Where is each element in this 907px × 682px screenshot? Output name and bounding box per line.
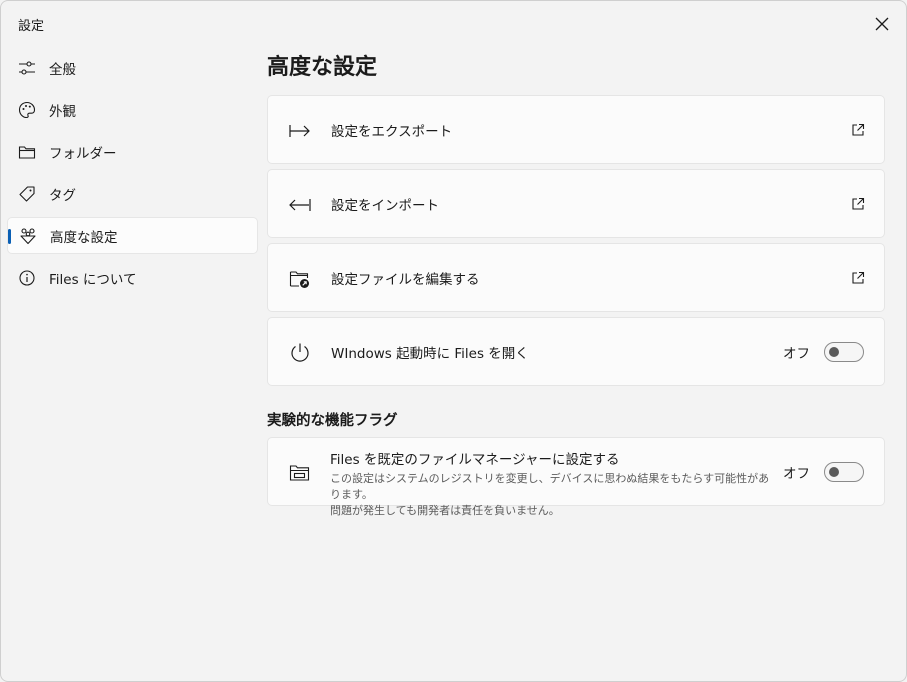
import-icon xyxy=(288,194,312,216)
card-text-block: Files を既定のファイルマネージャーに設定する この設定はシステムのレジスト… xyxy=(330,448,770,519)
card-label: Files を既定のファイルマネージャーに設定する xyxy=(330,452,620,468)
sidebar-item-label: 外観 xyxy=(49,103,76,120)
sidebar-item-label: 高度な設定 xyxy=(50,229,118,246)
selection-indicator xyxy=(8,229,11,244)
sidebar-item-label: Files について xyxy=(49,271,137,288)
toggle-knob xyxy=(829,466,839,477)
sidebar-item-about[interactable]: Files について xyxy=(7,259,258,296)
folder-icon xyxy=(17,142,37,162)
sidebar-item-label: 全般 xyxy=(49,61,76,78)
sidebar-item-label: タグ xyxy=(49,187,76,204)
export-icon xyxy=(288,120,312,142)
close-button[interactable] xyxy=(867,9,897,39)
import-settings-card[interactable]: 設定をインポート xyxy=(267,169,885,238)
palette-icon xyxy=(17,100,37,120)
folder-shortcut-icon xyxy=(288,268,312,290)
power-icon xyxy=(288,342,312,364)
section-title-experimental: 実験的な機能フラグ xyxy=(267,413,398,429)
sidebar-item-advanced[interactable]: 高度な設定 xyxy=(7,217,258,254)
startup-card: WIndows 起動時に Files を開く オフ xyxy=(267,317,885,386)
advanced-icon xyxy=(18,226,38,246)
sidebar-item-appearance[interactable]: 外観 xyxy=(7,91,258,128)
card-label: 設定をインポート xyxy=(331,197,439,214)
sidebar-item-tags[interactable]: タグ xyxy=(7,175,258,212)
toggle-knob xyxy=(829,346,839,357)
folder-window-icon xyxy=(288,462,312,484)
startup-toggle[interactable] xyxy=(824,341,864,362)
toggle-state-label: オフ xyxy=(783,345,810,362)
settings-window: 設定 全般 外観 フォルダー タグ 高度な設定 Files について 高度な設定… xyxy=(0,0,907,682)
card-label: 設定をエクスポート xyxy=(331,123,453,140)
card-label: 設定ファイルを編集する xyxy=(331,271,480,288)
card-description-line-2: 問題が発生しても開発者は責任を負いません。 xyxy=(330,504,560,517)
sidebar-nav: 全般 外観 フォルダー タグ 高度な設定 Files について xyxy=(7,49,258,301)
open-external-icon xyxy=(852,197,865,210)
sidebar-item-label: フォルダー xyxy=(49,145,117,162)
default-file-manager-card: Files を既定のファイルマネージャーに設定する この設定はシステムのレジスト… xyxy=(267,437,885,517)
card-description-line-1: この設定はシステムのレジストリを変更し、デバイスに思わぬ結果をもたらす可能性があ… xyxy=(330,472,770,501)
card-label: WIndows 起動時に Files を開く xyxy=(331,345,529,362)
sidebar-item-general[interactable]: 全般 xyxy=(7,49,258,86)
edit-settings-file-card[interactable]: 設定ファイルを編集する xyxy=(267,243,885,312)
page-title: 高度な設定 xyxy=(267,55,378,80)
open-external-icon xyxy=(852,123,865,136)
open-external-icon xyxy=(852,271,865,284)
toggle-state-label: オフ xyxy=(783,465,810,482)
startup-toggle-wrap: オフ xyxy=(783,341,864,362)
sidebar-item-folders[interactable]: フォルダー xyxy=(7,133,258,170)
sliders-icon xyxy=(17,58,37,78)
default-manager-toggle-wrap: オフ xyxy=(783,461,864,482)
default-manager-toggle[interactable] xyxy=(824,461,864,482)
close-icon xyxy=(875,17,889,31)
info-icon xyxy=(17,268,37,288)
tag-icon xyxy=(17,184,37,204)
export-settings-card[interactable]: 設定をエクスポート xyxy=(267,95,885,164)
window-title: 設定 xyxy=(18,19,45,34)
